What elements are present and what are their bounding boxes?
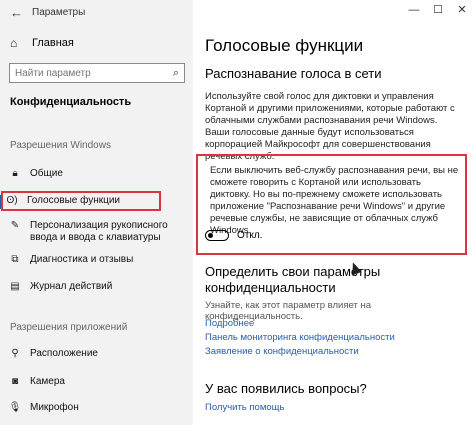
section-privacy-title: Определить свои параметры конфиденциальн… xyxy=(205,264,381,295)
sidebar-item-diagnostics[interactable]: ⧉ Диагностика и отзывы xyxy=(8,254,133,266)
pen-icon: ✎ xyxy=(10,220,20,231)
sidebar-item-label: Диагностика и отзывы xyxy=(30,254,134,265)
group-label-windows: Разрешения Windows xyxy=(10,140,111,151)
home-icon: ⌂ xyxy=(10,36,18,50)
sidebar-item-activity[interactable]: ▤ Журнал действий xyxy=(8,281,112,293)
search-input[interactable] xyxy=(15,67,155,79)
sidebar-item-location[interactable]: ⚲ Расположение xyxy=(8,348,98,360)
minimize-button[interactable]: — xyxy=(402,0,426,22)
sidebar-item-label: Журнал действий xyxy=(30,281,113,292)
sidebar-item-label: Микрофон xyxy=(30,402,79,413)
diagnostics-icon: ⧉ xyxy=(11,254,19,265)
sidebar-item-microphone[interactable]: 🎙︎ Микрофон xyxy=(8,402,79,414)
sidebar-item-home[interactable]: ⌂ Главная xyxy=(10,36,74,50)
sidebar: ← Параметры ⌂ Главная ⌕ Конфиденциальнос… xyxy=(0,0,193,425)
activity-icon: ▤ xyxy=(10,281,20,292)
group-label-apps: Разрешения приложений xyxy=(10,322,128,333)
sidebar-item-label: Расположение xyxy=(30,348,98,359)
close-button[interactable]: ✕ xyxy=(450,0,474,22)
lock-icon: 🔒︎ xyxy=(12,168,18,179)
toggle-knob xyxy=(208,232,213,238)
sidebar-item-inking[interactable]: ✎ Персонализация рукописного ввода и вво… xyxy=(8,220,192,244)
app-title: Параметры xyxy=(32,6,86,18)
back-arrow-icon[interactable]: ← xyxy=(10,5,26,20)
section-online-speech-text: Используйте свой голос для диктовки и уп… xyxy=(205,91,455,162)
privacy-statement-link[interactable]: Заявление о конфиденциальности xyxy=(205,346,359,357)
section-title: Конфиденциальность xyxy=(10,96,132,108)
microphone-icon: 🎙︎ xyxy=(8,402,22,413)
camera-icon: ◙ xyxy=(11,376,19,387)
learn-more-link[interactable]: Подробнее xyxy=(205,318,254,329)
online-speech-toggle-row: Откл. xyxy=(205,230,262,241)
online-speech-toggle[interactable] xyxy=(205,230,229,241)
toggle-state-label: Откл. xyxy=(237,230,263,241)
search-icon[interactable]: ⌕ xyxy=(173,67,179,80)
search-box[interactable]: ⌕ xyxy=(9,63,185,83)
get-help-link[interactable]: Получить помощь xyxy=(205,402,284,413)
sidebar-item-speech[interactable]: ʘ) Голосовые функции xyxy=(1,191,161,211)
window-controls: — ☐ ✕ xyxy=(402,0,474,22)
callout-text: Если выключить веб-службу распознавания … xyxy=(210,165,459,236)
location-icon: ⚲ xyxy=(11,348,19,359)
home-label: Главная xyxy=(32,37,74,49)
sidebar-item-label: Голосовые функции xyxy=(27,195,121,206)
sidebar-item-label: Общие xyxy=(30,168,63,179)
sidebar-item-label: Персонализация рукописного ввода и ввода… xyxy=(30,220,168,243)
privacy-dashboard-link[interactable]: Панель мониторинга конфиденциальности xyxy=(205,332,395,343)
sidebar-item-camera[interactable]: ◙ Камера xyxy=(8,376,65,388)
title-bar: ← Параметры xyxy=(0,0,193,24)
maximize-button[interactable]: ☐ xyxy=(426,0,450,22)
section-online-speech-title: Распознавание голоса в сети xyxy=(205,66,382,81)
page-title: Голосовые функции xyxy=(205,36,364,55)
speech-icon: ʘ) xyxy=(6,195,18,206)
section-questions-title: У вас появились вопросы? xyxy=(205,381,367,396)
sidebar-item-general[interactable]: 🔒︎ Общие xyxy=(8,168,63,180)
sidebar-item-label: Камера xyxy=(30,376,65,387)
